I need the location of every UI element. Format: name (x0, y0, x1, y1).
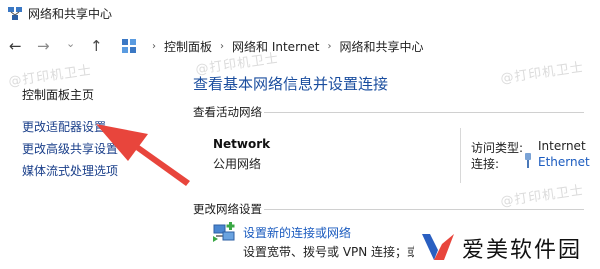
recent-locations-chevron-icon[interactable]: ⌄ (66, 36, 75, 52)
sidebar-item-media-streaming[interactable]: 媒体流式处理选项 (22, 162, 118, 179)
watermark: @打印机卫士 (499, 183, 585, 210)
breadcrumb-network-sharing-center[interactable]: 网络和共享中心 (339, 38, 423, 55)
window-title: 网络和共享中心 (28, 7, 113, 21)
breadcrumb-control-panel[interactable]: 控制面板 (164, 38, 212, 55)
address-bar[interactable]: › 控制面板 › 网络和 Internet › 网络和共享中心 (118, 33, 600, 59)
setup-new-connection-description: 设置宽带、拨号或 VPN 连接；或 (243, 245, 420, 259)
forward-button[interactable]: → (37, 38, 50, 54)
section-divider (264, 112, 584, 113)
breadcrumb-separator: › (327, 40, 332, 52)
access-type-value: Internet (538, 139, 586, 153)
network-center-icon (8, 7, 22, 20)
title-bar: 网络和共享中心 (0, 0, 600, 28)
sidebar-item-change-advanced-sharing[interactable]: 更改高级共享设置 (22, 140, 118, 157)
connections-label: 连接: (471, 157, 500, 171)
page-title: 查看基本网络信息并设置连接 (193, 75, 389, 93)
logo-text: 爱美软件园 (462, 238, 583, 263)
vertical-divider (460, 128, 461, 183)
breadcrumb-separator: › (220, 40, 225, 52)
access-type-label: 访问类型: (471, 141, 524, 155)
sidebar-item-control-panel-home[interactable]: 控制面板主页 (22, 86, 94, 103)
new-connection-icon (213, 222, 235, 242)
section-divider (264, 209, 584, 210)
logo-mark-icon (422, 234, 454, 260)
change-settings-heading: 更改网络设置 (193, 202, 262, 216)
network-type: 公用网络 (213, 157, 262, 171)
control-panel-icon (122, 39, 136, 53)
breadcrumb-separator: › (152, 40, 156, 52)
network-name: Network (213, 137, 271, 151)
setup-new-connection-link[interactable]: 设置新的连接或网络 (243, 224, 351, 241)
sidebar-item-change-adapter-settings[interactable]: 更改适配器设置 (22, 118, 106, 135)
site-logo: 爱美软件园 (414, 224, 600, 269)
back-button[interactable]: ← (9, 38, 22, 54)
ethernet-link[interactable]: Ethernet (538, 155, 590, 169)
active-networks-heading: 查看活动网络 (193, 105, 262, 119)
up-button[interactable]: ↑ (90, 38, 103, 54)
ethernet-icon (525, 153, 531, 168)
